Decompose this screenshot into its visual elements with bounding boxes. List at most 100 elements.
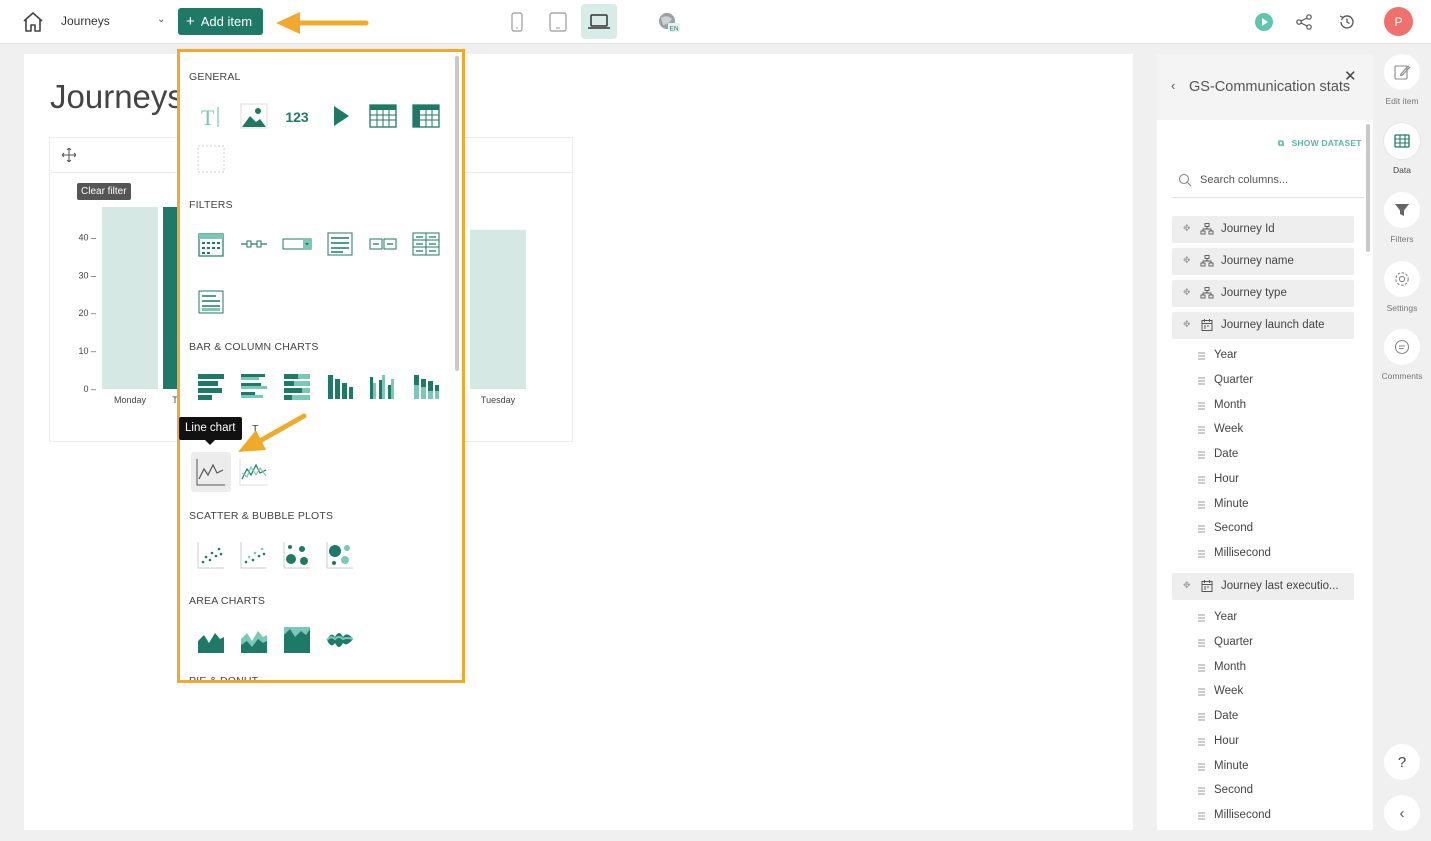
edit-item-button[interactable]	[1384, 54, 1420, 90]
dashboard-selector-label[interactable]: Journeys	[61, 14, 110, 28]
data-button[interactable]	[1384, 123, 1420, 159]
horizontal-bar-chart-icon[interactable]	[191, 368, 231, 404]
clear-filter-button[interactable]: Clear filter	[77, 183, 131, 200]
drag-lines-icon	[1198, 614, 1205, 622]
mobile-icon	[511, 11, 523, 32]
image-item-icon[interactable]	[234, 98, 274, 134]
filters-label: Filters	[1390, 234, 1414, 244]
calendar-icon	[1200, 318, 1214, 332]
drag-lines-icon	[1198, 352, 1205, 360]
comment-icon	[1394, 339, 1410, 355]
bar[interactable]	[470, 229, 526, 389]
bubble-chart-icon[interactable]	[277, 537, 317, 573]
play-icon[interactable]	[1253, 11, 1275, 33]
column-search	[1172, 162, 1364, 198]
avatar[interactable]: P	[1384, 7, 1413, 36]
desktop-view-button[interactable]	[581, 4, 617, 39]
tablet-view-button[interactable]	[540, 4, 576, 39]
column-item[interactable]: ✥ Journey name	[1172, 248, 1354, 275]
multi-scatter-plot-icon[interactable]	[234, 537, 274, 573]
svg-text:T: T	[201, 105, 215, 130]
bar[interactable]	[102, 207, 158, 389]
drag-lines-icon	[1198, 377, 1205, 385]
show-dataset-link[interactable]: ⧉ SHOW DATASET	[1278, 138, 1362, 149]
drag-lines-icon	[1198, 688, 1205, 696]
column-item[interactable]: ✥ Journey Id	[1172, 216, 1354, 243]
data-panel-scrollbar[interactable]	[1366, 124, 1370, 252]
svg-text:EN: EN	[669, 26, 678, 33]
filter-icon	[1395, 204, 1409, 216]
video-item-icon[interactable]	[320, 98, 360, 134]
stacked-horizontal-bar-icon[interactable]	[277, 368, 317, 404]
picker-scrollbar[interactable]	[455, 56, 459, 371]
back-chevron-icon[interactable]: ‹	[1171, 78, 1175, 93]
stacked-column-chart-icon[interactable]	[406, 368, 446, 404]
table-icon	[1394, 134, 1410, 148]
add-item-label: Add item	[200, 14, 253, 29]
column-item[interactable]: ✥ Journey last executio...	[1172, 573, 1354, 600]
drag-handle-icon[interactable]: ✥	[1183, 319, 1191, 330]
hierarchy-icon	[1200, 286, 1214, 300]
blank-item-icon[interactable]	[191, 141, 231, 177]
language-globe-icon[interactable]: EN	[657, 11, 681, 33]
drag-handle-icon[interactable]: ✥	[1183, 223, 1191, 234]
multi-bubble-chart-icon[interactable]	[320, 537, 360, 573]
chevron-down-icon[interactable]: ⌄	[157, 14, 165, 25]
button-filter-icon[interactable]	[363, 226, 403, 262]
close-icon[interactable]: ✕	[1344, 67, 1357, 85]
home-icon[interactable]	[20, 9, 46, 35]
settings-label: Settings	[1386, 303, 1418, 313]
number-item-icon[interactable]: 123	[277, 98, 317, 134]
pivot-table-item-icon[interactable]	[406, 98, 446, 134]
share-icon[interactable]	[1293, 11, 1315, 33]
date-part-label: Minute	[1214, 760, 1249, 772]
text-filter-icon[interactable]	[191, 284, 231, 320]
help-button[interactable]: ?	[1384, 744, 1420, 780]
svg-text:123: 123	[285, 109, 309, 125]
scatter-plot-icon[interactable]	[191, 537, 231, 573]
multi-area-chart-icon[interactable]	[234, 622, 274, 658]
text-item-icon[interactable]: T	[191, 98, 231, 134]
drag-lines-icon	[1198, 812, 1205, 820]
line-chart-icon[interactable]	[191, 452, 231, 492]
add-item-button[interactable]: + Add item	[178, 8, 263, 35]
streamgraph-icon[interactable]	[320, 622, 360, 658]
annotation-arrow-add-item	[276, 12, 369, 34]
area-chart-icon[interactable]	[191, 622, 231, 658]
collapse-panel-button[interactable]: ‹	[1384, 795, 1420, 831]
grouped-column-chart-icon[interactable]	[363, 368, 403, 404]
x-tick-label: Tuesday	[481, 395, 516, 405]
section-filters: FILTERS	[189, 199, 233, 211]
range-slider-filter-icon[interactable]	[234, 226, 274, 262]
stacked-area-chart-icon[interactable]	[277, 622, 317, 658]
multi-filter-icon[interactable]	[406, 226, 446, 262]
comments-button[interactable]	[1384, 329, 1420, 365]
list-filter-icon[interactable]	[320, 226, 360, 262]
comments-label: Comments	[1381, 371, 1423, 381]
date-filter-icon[interactable]	[191, 226, 231, 262]
settings-button[interactable]	[1384, 261, 1420, 297]
column-chart-icon[interactable]	[320, 368, 360, 404]
drag-handle-icon[interactable]: ✥	[1183, 255, 1191, 266]
y-tick-label: 40 –	[78, 232, 96, 242]
y-tick-label: 20 –	[78, 308, 96, 318]
date-part-label: Month	[1214, 399, 1246, 411]
history-icon[interactable]	[1336, 11, 1358, 33]
drag-handle-icon[interactable]: ✥	[1183, 580, 1191, 591]
y-tick-label: 10 –	[78, 346, 96, 356]
drag-lines-icon	[1198, 639, 1205, 647]
grouped-horizontal-bar-icon[interactable]	[234, 368, 274, 404]
calendar-icon	[1200, 579, 1214, 593]
move-icon[interactable]	[61, 147, 77, 163]
date-part-label: Year	[1214, 349, 1238, 361]
mobile-view-button[interactable]	[499, 4, 535, 39]
date-part-label: Second	[1214, 784, 1254, 796]
dropdown-filter-icon[interactable]	[277, 226, 317, 262]
table-item-icon[interactable]	[363, 98, 403, 134]
filters-button[interactable]	[1384, 192, 1420, 228]
search-input[interactable]	[1200, 170, 1360, 190]
column-item[interactable]: ✥ Journey type	[1172, 280, 1354, 307]
data-panel-header: ‹ GS-Communication stats ✕	[1157, 54, 1373, 120]
drag-handle-icon[interactable]: ✥	[1183, 287, 1191, 298]
column-item[interactable]: ✥ Journey launch date	[1172, 312, 1354, 339]
